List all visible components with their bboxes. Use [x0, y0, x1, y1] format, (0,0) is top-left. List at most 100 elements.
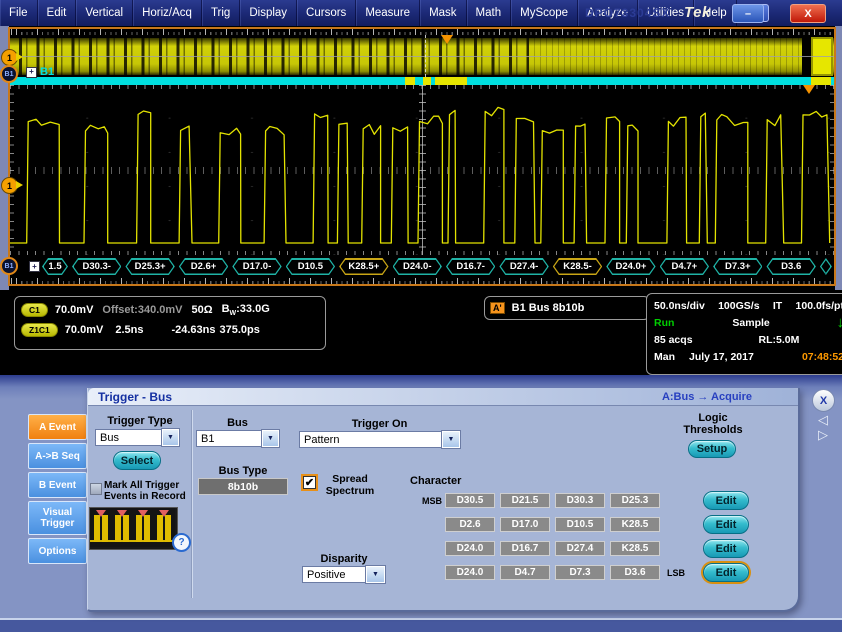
trigger-type-dropdown[interactable]: Bus ▼	[95, 429, 179, 446]
resolution: 100.0fs/pt	[796, 300, 842, 312]
menu-edit[interactable]: Edit	[38, 0, 77, 26]
help-icon[interactable]: ?	[172, 533, 191, 552]
menu-file[interactable]: File	[0, 0, 38, 26]
character-value[interactable]: D3.6	[610, 565, 660, 580]
bus-match-segment	[423, 77, 431, 85]
nav-left-icon[interactable]: ◁	[818, 413, 828, 426]
character-value[interactable]: K28.5	[610, 541, 660, 556]
bottom-ruler	[10, 278, 834, 284]
bus-value: D10.5	[286, 258, 335, 275]
dialog-titlebar[interactable]: Trigger - Bus A:Bus → Acquire	[88, 388, 798, 406]
trigger-bus-dialog: Trigger - Bus A:Bus → Acquire Trigger Ty…	[87, 388, 800, 612]
trigger-type-value: Bus	[95, 429, 162, 446]
bus-handle[interactable]: + 1.5	[12, 258, 68, 275]
tab-a-b-seq[interactable]: A->B Seq	[28, 443, 87, 469]
spread-spectrum-checkbox[interactable]: ✔	[303, 476, 316, 489]
bus1-overview-badge[interactable]: B1	[0, 65, 18, 83]
disparity-dropdown[interactable]: Positive ▼	[302, 566, 385, 583]
edit-button-row1[interactable]: Edit	[703, 491, 749, 510]
dropdown-arrow-icon[interactable]: ▼	[442, 431, 460, 448]
date-label: July 17, 2017	[689, 351, 754, 363]
bus-value-partial: 1.5	[42, 258, 68, 275]
character-value[interactable]: D7.3	[555, 565, 605, 580]
bottom-strip	[0, 618, 842, 632]
character-value[interactable]: D21.5	[500, 493, 550, 508]
trigger-readout-box[interactable]: A' B1 Bus 8b10b	[484, 296, 650, 320]
select-button[interactable]: Select	[113, 451, 161, 470]
column-divider	[191, 410, 192, 598]
bus1-label-text: B1	[40, 66, 54, 78]
menu-myscope[interactable]: MyScope	[511, 0, 578, 26]
bus-match-segment	[405, 77, 415, 85]
character-value[interactable]: K28.5	[610, 517, 660, 532]
z1-scale: 70.0mV	[65, 324, 104, 336]
character-value[interactable]: D24.0	[445, 541, 495, 556]
expand-plus-icon[interactable]: +	[26, 67, 37, 78]
trigger-on-dropdown[interactable]: Pattern ▼	[299, 431, 460, 448]
menu-bar: FileEditVerticalHoriz/AcqTrigDisplayCurs…	[0, 0, 842, 26]
bus-value: B1	[196, 430, 262, 447]
menu-trig[interactable]: Trig	[202, 0, 240, 26]
character-value[interactable]: D30.5	[445, 493, 495, 508]
expand-plus-icon[interactable]: +	[29, 261, 40, 272]
tab-a-event[interactable]: A Event	[28, 414, 87, 440]
tab-options[interactable]: Options	[28, 538, 87, 564]
character-value[interactable]: D16.7	[500, 541, 550, 556]
character-value[interactable]: D25.3	[610, 493, 660, 508]
character-value[interactable]: D2.6	[445, 517, 495, 532]
dialog-close-button[interactable]: X	[812, 389, 835, 412]
menu-measure[interactable]: Measure	[356, 0, 420, 26]
character-value[interactable]: D17.0	[500, 517, 550, 532]
setup-button[interactable]: Setup	[688, 440, 736, 458]
trigger-type-label: Trigger Type	[92, 415, 188, 427]
trigger-level-marker-icon[interactable]	[803, 85, 815, 94]
menu-horiz-acq[interactable]: Horiz/Acq	[133, 0, 202, 26]
minimize-button[interactable]: –	[732, 4, 764, 23]
channel1-overview-arrow-icon	[16, 53, 23, 61]
waveform-overview[interactable]	[10, 35, 834, 77]
channel-readout-box[interactable]: C1 70.0mV Offset:340.0mV 50Ω BW:33.0G Z1…	[14, 296, 326, 350]
main-graticule[interactable]	[10, 85, 834, 255]
character-value[interactable]: D10.5	[555, 517, 605, 532]
lsb-label: LSB	[665, 568, 695, 578]
c1-bandwidth: BW:33.0G	[222, 303, 270, 317]
c1-badge: C1	[21, 303, 48, 317]
tab-visual-trigger[interactable]: Visual Trigger	[28, 501, 87, 535]
c1-offset: Offset:340.0mV	[102, 304, 182, 316]
edit-button-row4[interactable]: Edit	[703, 563, 749, 582]
dropdown-arrow-icon[interactable]: ▼	[162, 429, 179, 446]
menu-display[interactable]: Display	[240, 0, 297, 26]
menu-cursors[interactable]: Cursors	[297, 0, 356, 26]
bus-overview-bar[interactable]	[10, 77, 834, 85]
mark-all-checkbox[interactable]	[90, 483, 102, 495]
zoom-window-edge[interactable]	[425, 35, 426, 77]
trigger-position-marker-icon[interactable]	[441, 35, 453, 44]
nav-right-icon[interactable]: ▷	[818, 428, 828, 441]
bus-value: D4.7+	[660, 258, 709, 275]
interp-mode: IT	[773, 300, 782, 312]
dropdown-arrow-icon[interactable]: ▼	[262, 430, 279, 447]
edit-button-row2[interactable]: Edit	[703, 515, 749, 534]
bus1-overview-label[interactable]: + B1	[26, 66, 54, 78]
close-button[interactable]: X	[790, 4, 826, 23]
clock-label: 07:48:52	[802, 351, 842, 363]
z1-time: 2.5ns	[115, 324, 143, 336]
tab-b-event[interactable]: B Event	[28, 472, 87, 498]
menu-mask[interactable]: Mask	[420, 0, 466, 26]
edit-button-row3[interactable]: Edit	[703, 539, 749, 558]
bus-dropdown[interactable]: B1 ▼	[196, 430, 279, 447]
record-length: RL:5.0M	[759, 334, 800, 346]
horizontal-readout-box[interactable]: 50.0ns/div 100GS/s IT 100.0fs/pt Run Sam…	[646, 293, 842, 375]
menu-math[interactable]: Math	[467, 0, 512, 26]
character-value[interactable]: D24.0	[445, 565, 495, 580]
character-value[interactable]: D30.3	[555, 493, 605, 508]
channel1-main-arrow-icon	[16, 181, 23, 189]
msb-label: MSB	[418, 496, 445, 506]
bus1-track-badge[interactable]: B1	[0, 257, 18, 275]
channel1-trace	[10, 85, 834, 255]
menu-vertical[interactable]: Vertical	[76, 0, 133, 26]
dropdown-arrow-icon[interactable]: ▼	[366, 566, 385, 583]
character-value[interactable]: D4.7	[500, 565, 550, 580]
character-value[interactable]: D27.4	[555, 541, 605, 556]
trigger-on-value: Pattern	[299, 431, 442, 448]
